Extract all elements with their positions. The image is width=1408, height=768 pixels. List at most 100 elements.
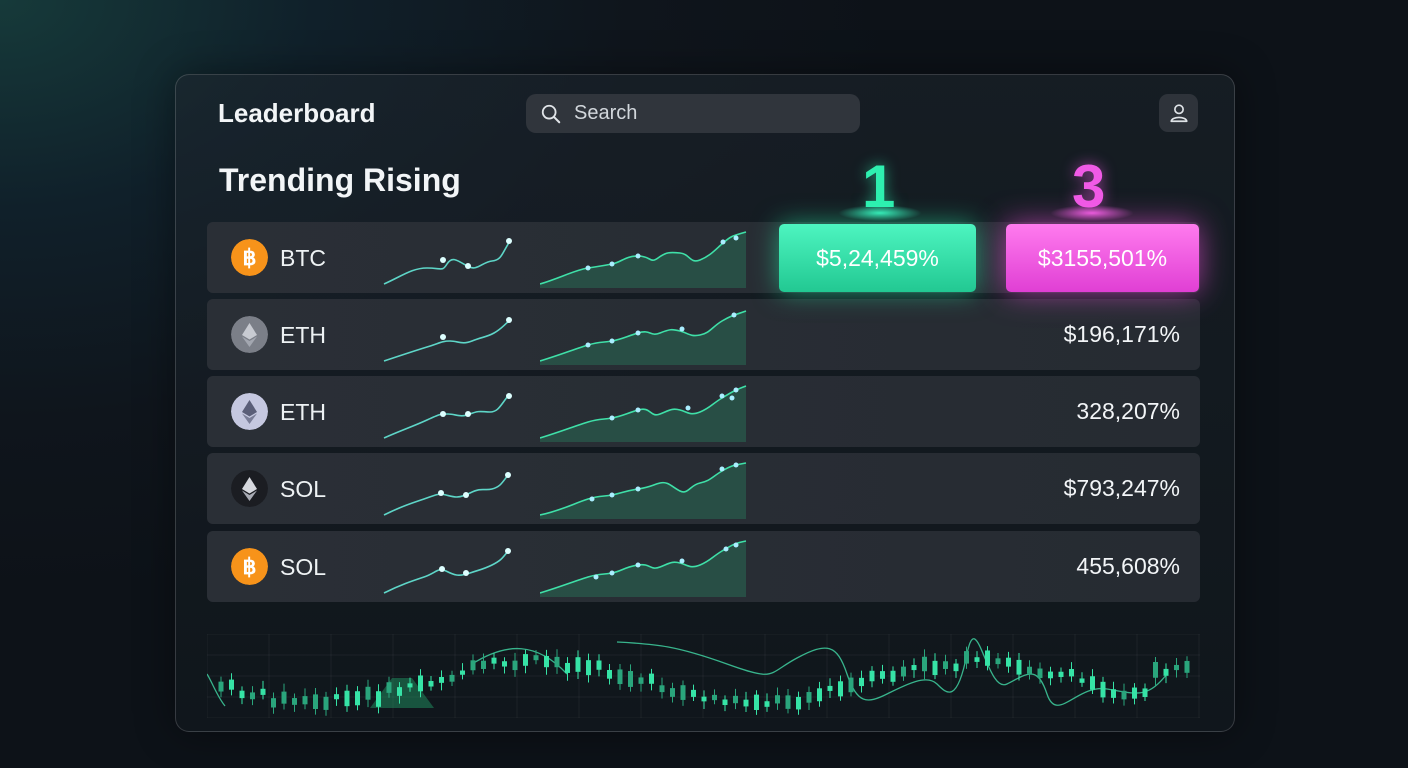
gain-value: $793,247% — [1063, 475, 1180, 501]
candle-body — [502, 661, 507, 667]
top-gain-badge-pink[interactable]: $3155,501% — [1006, 224, 1199, 292]
candle-body — [470, 660, 476, 671]
candle-body — [512, 660, 518, 671]
candle-body — [1163, 668, 1169, 676]
bitcoin-icon: ฿ — [231, 239, 268, 276]
candle-body — [775, 695, 780, 704]
candle-body — [827, 685, 833, 691]
candle-body — [523, 654, 528, 666]
leaderboard-row-eth[interactable]: ETH 328,207% — [207, 376, 1200, 447]
candle-body — [953, 663, 959, 672]
candle-body — [890, 670, 896, 682]
candle-body — [460, 670, 465, 675]
candle-body — [260, 688, 266, 695]
search-input[interactable]: Search — [574, 102, 637, 125]
candle-body — [1016, 659, 1022, 675]
candle-body — [554, 656, 560, 668]
candle-body — [764, 701, 770, 707]
candle-body — [659, 685, 665, 693]
leaderboard-row-eth[interactable]: ETH $196,171% — [207, 299, 1200, 370]
candle-body — [1079, 678, 1085, 683]
candle-body — [533, 655, 539, 661]
candle-body — [943, 661, 948, 669]
candle-body — [365, 686, 371, 700]
candle-body — [1027, 666, 1032, 674]
market-candlestick-chart — [207, 634, 1200, 718]
candle-body — [995, 658, 1001, 665]
candle-body — [334, 694, 339, 700]
candle-body — [397, 687, 402, 696]
candle-body — [607, 669, 612, 679]
candle-body — [733, 695, 738, 704]
candle-body — [575, 657, 581, 672]
candle-body — [586, 660, 591, 676]
candle-body — [796, 696, 801, 710]
candle-body — [617, 669, 623, 685]
top-gain-badge-green[interactable]: $5,24,459% — [779, 224, 976, 292]
candle-body — [481, 660, 486, 669]
candle-body — [680, 685, 686, 700]
rank-glow-green — [838, 205, 922, 221]
gain-value: $196,171% — [1063, 321, 1180, 347]
coin-symbol: BTC — [280, 245, 326, 271]
svg-text:฿: ฿ — [243, 245, 257, 270]
search-bar[interactable]: Search — [526, 94, 860, 133]
candle-body — [859, 677, 864, 687]
candle-body — [911, 665, 917, 671]
candle-body — [785, 695, 791, 709]
candle-body — [428, 681, 434, 687]
leaderboard-row-sol[interactable]: SOL $793,247% — [207, 453, 1200, 524]
candle-body — [722, 699, 728, 706]
candle-body — [229, 679, 234, 690]
candle-body — [239, 690, 245, 699]
candle-body — [1121, 690, 1127, 700]
section-title: Trending Rising — [219, 162, 461, 198]
candle-body — [1184, 660, 1190, 673]
candle-body — [544, 655, 549, 668]
candle-body — [880, 671, 885, 679]
user-profile-button[interactable] — [1159, 94, 1198, 132]
candle-body — [1142, 688, 1148, 697]
candle-body — [323, 696, 329, 710]
app-title: Leaderboard — [218, 98, 376, 128]
candle-body — [1090, 676, 1095, 690]
candle-body — [817, 688, 822, 702]
candle-body — [1153, 662, 1158, 678]
candle-body — [1100, 681, 1106, 698]
search-icon — [541, 104, 561, 123]
svg-text:฿: ฿ — [243, 554, 257, 579]
sparkline-blue — [383, 393, 512, 439]
coin-symbol: SOL — [280, 476, 327, 502]
candle-body — [281, 691, 287, 704]
candle-body — [449, 674, 455, 682]
candle-body — [701, 696, 707, 702]
chart-trend-line — [207, 638, 1168, 707]
candle-body — [1174, 664, 1179, 671]
sparkline-green — [540, 231, 747, 288]
sparkline-green — [540, 540, 747, 597]
candle-body — [932, 660, 938, 676]
candle-body — [1132, 687, 1137, 699]
candle-body — [638, 677, 644, 684]
candle-body — [922, 656, 927, 672]
candle-body — [628, 671, 633, 687]
candle-body — [292, 698, 297, 705]
bitcoin-icon: ฿ — [231, 548, 268, 585]
candle-body — [964, 651, 969, 664]
coin-symbol: ETH — [280, 322, 326, 348]
candle-body — [386, 682, 392, 693]
leaderboard-row-sol[interactable]: ฿ SOL 455,608% — [207, 531, 1200, 602]
candle-body — [376, 691, 381, 707]
candle-body — [754, 694, 759, 710]
candle-body — [439, 677, 444, 683]
sparkline-green — [540, 310, 747, 365]
candle-body — [565, 662, 570, 673]
candle-body — [974, 657, 980, 662]
candle-body — [670, 688, 675, 697]
ethereum-dark-icon — [231, 470, 268, 507]
candle-body — [1111, 689, 1116, 698]
candle-body — [302, 696, 308, 705]
ethereum-icon — [231, 393, 268, 430]
sparkline-blue — [383, 472, 511, 516]
rank-glow-pink — [1050, 205, 1134, 221]
